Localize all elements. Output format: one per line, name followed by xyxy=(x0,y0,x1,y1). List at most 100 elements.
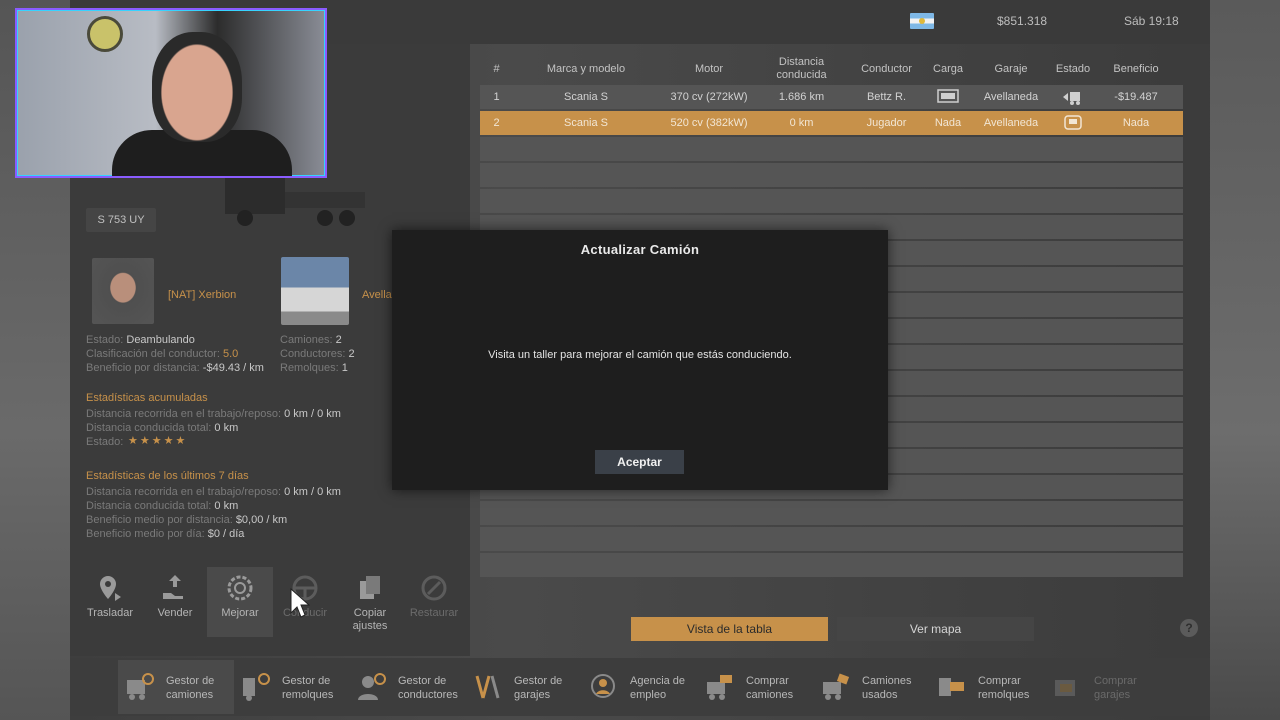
nav-trailer-manager[interactable]: Gestor de remolques xyxy=(234,660,350,714)
table-row-empty xyxy=(480,137,1183,161)
mouse-cursor-icon xyxy=(290,588,310,618)
map-pin-icon xyxy=(100,576,121,601)
cell-garage: Avellaneda xyxy=(983,117,1039,129)
gear-upgrade-icon xyxy=(227,575,253,601)
driver-status: Estado: Deambulando xyxy=(86,334,195,346)
col-header-num[interactable]: # xyxy=(480,55,513,83)
upgrade-button[interactable]: Mejorar xyxy=(207,567,273,637)
last7-profit-distance: Beneficio medio por distancia: $0,00 / k… xyxy=(86,514,288,526)
table-row-empty xyxy=(480,163,1183,187)
cell-distance: 0 km xyxy=(789,117,814,129)
cell-garage: Avellaneda xyxy=(983,91,1039,103)
cell-model: Scania S xyxy=(563,91,609,103)
license-plate: S 753 UY xyxy=(86,208,156,232)
col-header-status[interactable]: Estado xyxy=(1055,55,1091,83)
cell-num: 1 xyxy=(493,91,500,103)
webcam-overlay xyxy=(15,8,327,178)
driver-name[interactable]: [NAT] Xerbion xyxy=(168,289,236,301)
col-header-motor[interactable]: Motor xyxy=(659,55,759,83)
copy-settings-button[interactable]: Copiar ajustes xyxy=(337,567,403,637)
cell-driver: Jugador xyxy=(866,117,907,129)
accum-total-distance: Distancia conducida total: 0 km xyxy=(86,422,239,434)
truck-gear-icon xyxy=(127,673,154,700)
table-row-empty xyxy=(480,527,1183,551)
table-view-button[interactable]: Vista de la tabla xyxy=(631,617,828,641)
nav-used-trucks[interactable]: Camiones usados xyxy=(814,660,930,714)
argentina-flag-icon xyxy=(910,13,934,29)
background-scene-right xyxy=(1210,0,1280,720)
table-row-empty xyxy=(480,501,1183,525)
wrench-icon xyxy=(421,575,447,601)
cell-model: Scania S xyxy=(563,117,609,129)
buy-trailer-icon xyxy=(939,678,964,696)
accumulated-stats-title: Estadísticas acumuladas xyxy=(86,392,208,404)
cell-cargo: Nada xyxy=(934,117,962,129)
table-row-empty xyxy=(480,189,1183,213)
buy-truck-icon xyxy=(707,675,732,700)
truck-preview-image xyxy=(225,178,365,226)
driver-gear-icon xyxy=(358,673,386,700)
col-header-driver[interactable]: Conductor xyxy=(844,55,929,83)
driver-avatar[interactable] xyxy=(92,258,154,324)
truck-moving-icon xyxy=(1063,92,1080,105)
accum-status-label: Estado: xyxy=(86,436,124,448)
wall-clock-image xyxy=(87,16,123,52)
garage-trailers: Remolques: 1 xyxy=(280,362,348,374)
last7-stats-title: Estadísticas de los últimos 7 días xyxy=(86,470,249,482)
cell-driver: Bettz R. xyxy=(866,91,907,103)
last7-distance: Distancia recorrida en el trabajo/reposo… xyxy=(86,486,341,498)
agency-icon xyxy=(591,674,615,698)
trailer-icon xyxy=(937,89,959,103)
cell-profit: Nada xyxy=(1122,117,1150,129)
relocate-button[interactable]: Trasladar xyxy=(77,567,143,637)
money-display: $851.318 xyxy=(997,14,1048,28)
garage-name[interactable]: Avella xyxy=(362,289,392,301)
dialog-title: Actualizar Camión xyxy=(580,242,700,257)
col-header-distance[interactable]: Distancia conducida xyxy=(759,55,844,83)
col-header-model[interactable]: Marca y modelo xyxy=(513,55,659,83)
col-header-cargo[interactable]: Carga xyxy=(929,55,967,83)
nav-buy-garages[interactable]: Comprar garajes xyxy=(1046,660,1162,714)
buy-garage-icon xyxy=(1055,680,1075,696)
map-view-button[interactable]: Ver mapa xyxy=(837,617,1034,641)
cell-distance: 1.686 km xyxy=(778,91,825,103)
streamer-face-image xyxy=(152,32,242,142)
accum-distance: Distancia recorrida en el trabajo/reposo… xyxy=(86,408,341,420)
dialog-message: Visita un taller para mejorar el camión … xyxy=(488,349,792,361)
garage-trucks: Camiones: 2 xyxy=(280,334,342,346)
copy-icon xyxy=(360,576,380,599)
cell-num: 2 xyxy=(493,117,500,129)
last7-profit-day: Beneficio medio por día: $0 / día xyxy=(86,528,245,540)
garage-drivers: Conductores: 2 xyxy=(280,348,355,360)
sell-hand-icon xyxy=(163,575,183,599)
table-row[interactable]: 1 Scania S 370 cv (272kW) 1.686 km Bettz… xyxy=(480,85,1183,109)
nav-buy-trucks[interactable]: Comprar camiones xyxy=(698,660,814,714)
accept-button[interactable]: Aceptar xyxy=(595,450,684,474)
col-header-garage[interactable]: Garaje xyxy=(967,55,1055,83)
nav-truck-manager[interactable]: Gestor de camiones xyxy=(118,660,234,714)
col-header-profit[interactable]: Beneficio xyxy=(1091,55,1181,83)
used-truck-icon xyxy=(823,673,850,700)
driver-rating: Clasificación del conductor: 5.0 xyxy=(86,348,239,360)
garage-icon xyxy=(475,675,500,699)
last7-total-distance: Distancia conducida total: 0 km xyxy=(86,500,239,512)
nav-buy-trailers[interactable]: Comprar remolques xyxy=(930,660,1046,714)
nav-garage-manager[interactable]: Gestor de garajes xyxy=(466,660,582,714)
cell-profit: -$19.487 xyxy=(1114,91,1158,103)
game-clock: Sáb 19:18 xyxy=(1124,14,1179,28)
driver-profit-per-distance: Beneficio por distancia: -$49.43 / km xyxy=(86,362,264,374)
garage-image[interactable] xyxy=(281,257,349,325)
truck-parked-icon xyxy=(1064,115,1082,130)
restore-button[interactable]: Restaurar xyxy=(401,567,467,637)
nav-driver-manager[interactable]: Gestor de conductores xyxy=(350,660,466,714)
rating-stars: ★★★★★ xyxy=(128,435,188,447)
table-row-empty xyxy=(480,553,1183,577)
cell-motor: 370 cv (272kW) xyxy=(670,91,748,103)
upgrade-truck-dialog: Actualizar Camión Visita un taller para … xyxy=(392,230,888,490)
cell-motor: 520 cv (382kW) xyxy=(670,117,748,129)
sell-button[interactable]: Vender xyxy=(142,567,208,637)
trailer-gear-icon xyxy=(243,673,270,701)
help-icon[interactable]: ? xyxy=(1180,619,1198,637)
table-row-selected[interactable]: 2 Scania S 520 cv (382kW) 0 km Jugador N… xyxy=(480,111,1183,135)
nav-job-agency[interactable]: Agencia de empleo xyxy=(582,660,698,714)
